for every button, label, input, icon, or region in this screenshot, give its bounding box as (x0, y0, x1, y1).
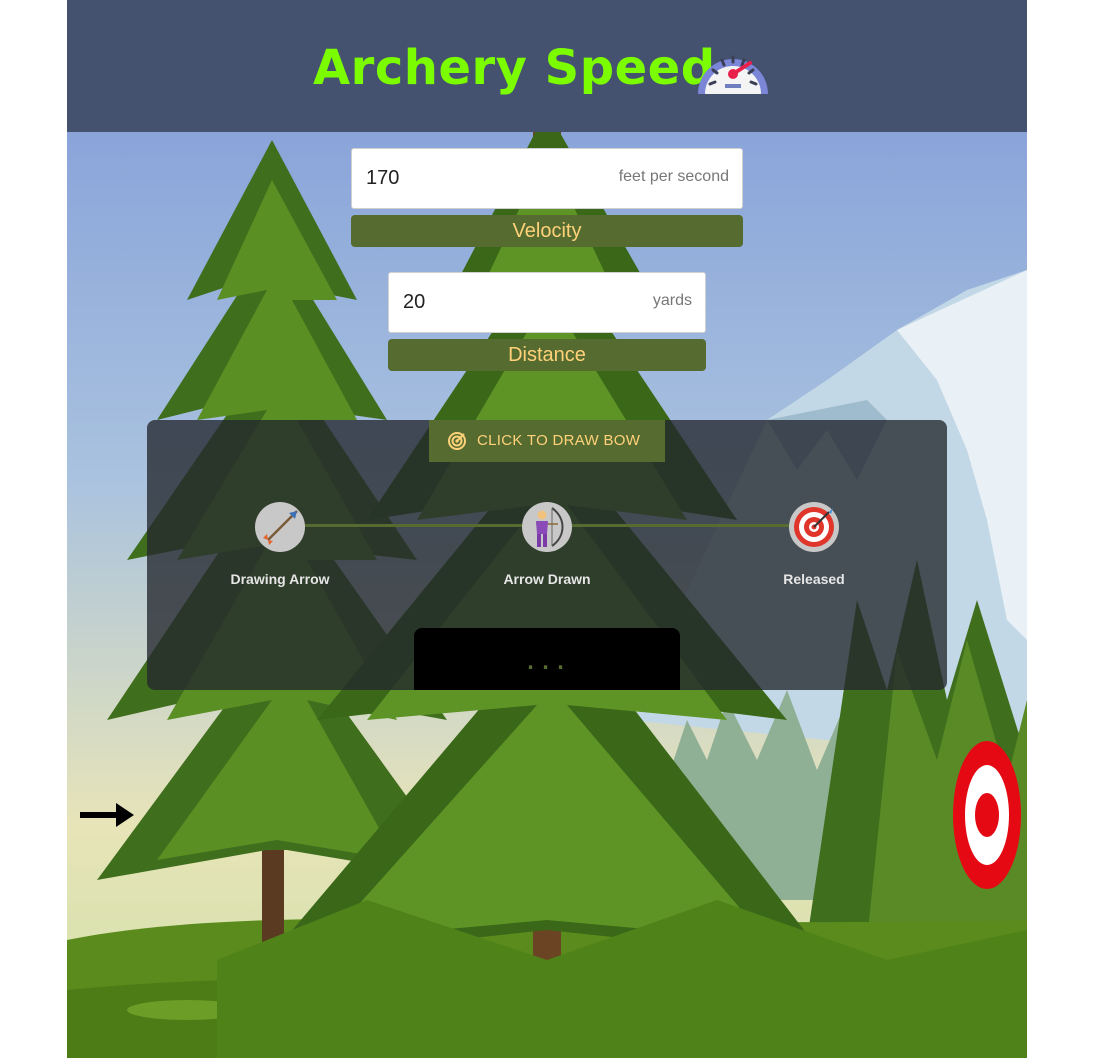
bullseye-icon (789, 502, 839, 552)
speedometer-icon (698, 55, 768, 94)
step-connector (304, 524, 522, 527)
target-radar-icon (448, 432, 466, 450)
step-connector (572, 524, 790, 527)
distance-label: Distance (388, 339, 706, 371)
velocity-label: Velocity (351, 215, 743, 247)
velocity-unit: feet per second (618, 168, 729, 185)
step-label-released: Released (783, 571, 845, 587)
status-text: ... (524, 650, 570, 674)
arrow-icon (255, 502, 305, 552)
archer-icon (522, 502, 572, 552)
page-header: Archery Speed (67, 0, 1027, 132)
distance-unit: yards (652, 292, 692, 309)
step-label-drawing-arrow: Drawing Arrow (230, 571, 330, 587)
app-root: Archery Speed feet per second Velocity (67, 0, 1027, 1058)
arrow-sprite-icon (80, 803, 134, 827)
step-label-arrow-drawn: Arrow Drawn (503, 571, 591, 587)
status-display: ... (414, 628, 680, 690)
draw-bow-button-label: CLICK TO DRAW BOW (477, 432, 641, 449)
velocity-field[interactable]: feet per second (351, 148, 743, 209)
target-sprite-icon (953, 741, 1021, 889)
draw-progress-panel: CLICK TO DRAW BOW Drawing Arrow Arrow Dr… (147, 420, 947, 690)
distance-field[interactable]: yards (388, 272, 706, 333)
page-title: Archery Speed (313, 40, 716, 96)
draw-bow-button[interactable]: CLICK TO DRAW BOW (429, 420, 665, 462)
